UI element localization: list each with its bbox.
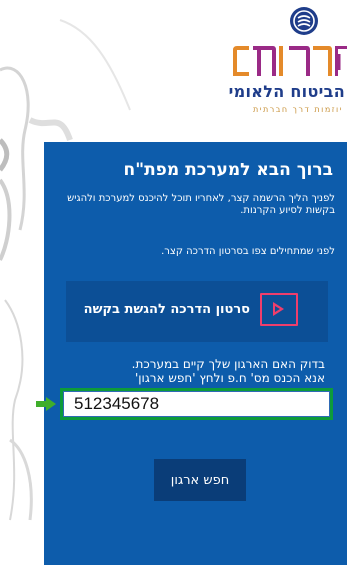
search-organization-button[interactable]: חפש ארגון: [154, 459, 246, 501]
video-play-icon: [260, 293, 298, 326]
tutorial-video-label: סרטון הדרכה להגשת בקשה: [83, 302, 250, 317]
tutorial-video-banner[interactable]: סרטון הדרכה להגשת בקשה: [66, 281, 328, 342]
registration-panel: ברוך הבא למערכת מפת"ח לפניך הליך הרשמה ק…: [44, 142, 347, 565]
org-check-line-1: בדוק האם הארגון שלך קיים במערכת.: [131, 357, 325, 371]
org-check-line-2: אנא הכנס מס' ח.פ ולחץ 'חפש ארגון': [134, 371, 325, 385]
logo-wordmark: [233, 46, 347, 76]
logo-tagline: יוזמות דרך חברתית: [252, 105, 343, 114]
national-insurance-emblem-icon: [290, 7, 318, 35]
org-number-input[interactable]: [63, 391, 330, 417]
logo-subtitle: הביטוח הלאומי: [228, 82, 345, 101]
green-arrow-icon: [36, 397, 56, 411]
org-check-instructions: בדוק האם הארגון שלך קיים במערכת. אנא הכנ…: [132, 357, 325, 385]
video-note-text: לפני שמתחילים צפו בסרטון הדרכה קצר.: [161, 246, 335, 257]
org-number-highlight: [60, 388, 333, 420]
site-logo[interactable]: הביטוח הלאומי יוזמות דרך חברתית: [227, 6, 347, 114]
panel-intro-text: לפניך הליך הרשמה קצר, לאחריו תוכל להיכנס…: [67, 193, 335, 216]
panel-title: ברוך הבא למערכת מפת"ח: [123, 160, 333, 180]
